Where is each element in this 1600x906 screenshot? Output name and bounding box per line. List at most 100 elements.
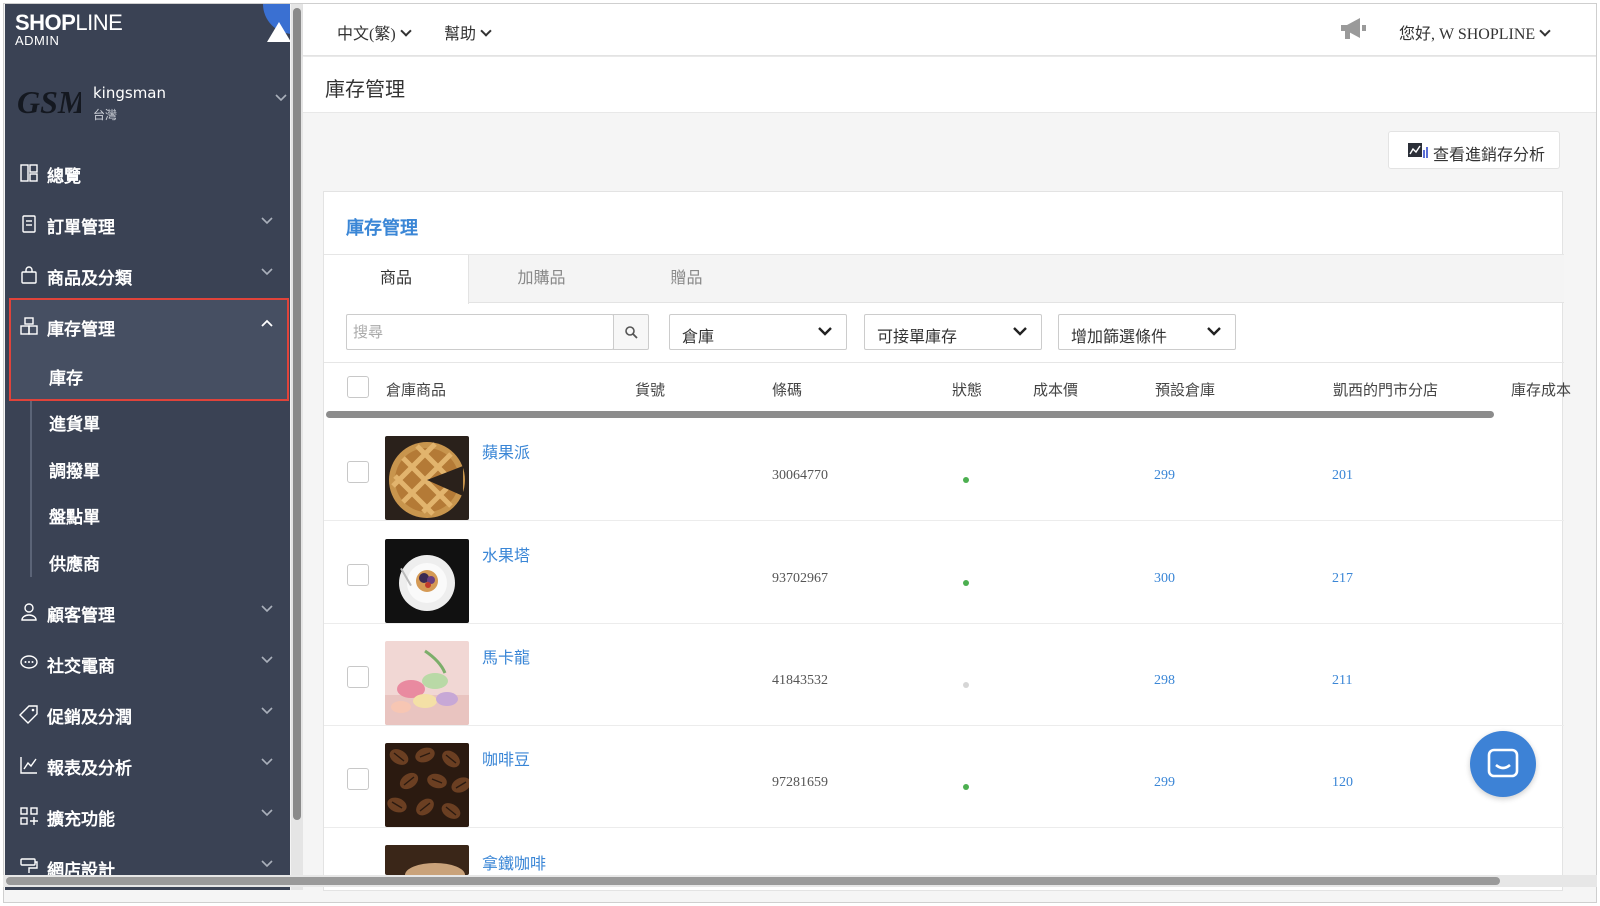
help-label: 幫助 — [444, 26, 477, 43]
submenu-guide-line — [30, 401, 32, 577]
sidebar: SHOPLINE ADMIN GSM kingsman 台灣 總覽 訂單管理 商… — [5, 4, 290, 890]
warehouse-select[interactable]: 倉庫 — [669, 314, 847, 350]
chevron-down-icon — [261, 707, 273, 715]
column-header-cost[interactable]: 成本價 — [1033, 379, 1078, 400]
sidebar-item-reports[interactable]: 報表及分析 — [5, 743, 290, 787]
caret-down-icon — [400, 25, 412, 37]
store-branch-qty-link[interactable]: 120 — [1332, 775, 1353, 791]
search-input[interactable] — [347, 315, 613, 349]
sidebar-subitem-transfers[interactable]: 調撥單 — [49, 457, 100, 482]
chart-icon — [20, 757, 37, 774]
chevron-down-icon — [1207, 327, 1221, 336]
megaphone-icon[interactable] — [1338, 16, 1368, 42]
default-warehouse-qty-link[interactable]: 299 — [1154, 775, 1175, 791]
column-header-barcode[interactable]: 條碼 — [772, 379, 802, 400]
product-thumbnail-latte[interactable] — [385, 845, 469, 875]
sidebar-subitem-stock[interactable]: 庫存 — [49, 364, 83, 389]
column-header-status[interactable]: 狀態 — [952, 379, 982, 400]
product-thumbnail-coffee-beans[interactable] — [385, 743, 469, 827]
select-all-checkbox[interactable] — [347, 376, 369, 398]
sidebar-item-extensions[interactable]: 擴充功能 — [5, 794, 290, 838]
brand-logo[interactable]: SHOPLINE ADMIN — [15, 10, 123, 48]
column-header-sku[interactable]: 貨號 — [635, 379, 665, 400]
sidebar-item-social-commerce[interactable]: 社交電商 — [5, 641, 290, 685]
available-stock-select[interactable]: 可接單庫存 — [864, 314, 1042, 350]
sidebar-item-products[interactable]: 商品及分類 — [5, 253, 290, 297]
user-greeting: 您好, W SHOPLINE — [1399, 26, 1536, 43]
column-header-product[interactable]: 倉庫商品 — [386, 379, 446, 400]
product-thumbnail-macaron[interactable] — [385, 641, 469, 725]
search-button[interactable] — [613, 314, 649, 350]
warehouse-select-label: 倉庫 — [682, 329, 715, 346]
sidebar-item-customers[interactable]: 顧客管理 — [5, 590, 290, 634]
chevron-down-icon — [818, 327, 832, 336]
sidebar-item-label: 訂單管理 — [47, 218, 115, 238]
help-dropdown[interactable]: 幫助 — [444, 20, 492, 44]
tab-products[interactable]: 商品 — [324, 255, 469, 304]
view-inventory-analysis-button[interactable]: 查看進銷存分析 — [1388, 131, 1560, 169]
sidebar-item-overview[interactable]: 總覽 — [5, 151, 290, 195]
default-warehouse-qty-link[interactable]: 299 — [1154, 468, 1175, 484]
store-branch-qty-link[interactable]: 201 — [1332, 468, 1353, 484]
store-branch-qty-link[interactable]: 211 — [1332, 673, 1352, 689]
page-horizontal-scrollbar-thumb[interactable] — [6, 877, 1500, 885]
chevron-down-icon — [261, 809, 273, 817]
product-thumbnail-fruit-tart[interactable] — [385, 539, 469, 623]
product-name-link[interactable]: 馬卡龍 — [482, 644, 530, 668]
default-warehouse-qty-link[interactable]: 300 — [1154, 571, 1175, 587]
column-header-stock-cost[interactable]: 庫存成本 — [1511, 379, 1571, 400]
order-icon — [22, 215, 36, 233]
tab-gifts[interactable]: 贈品 — [614, 255, 759, 303]
search-icon — [625, 326, 638, 339]
product-thumbnail-apple-pie[interactable] — [385, 436, 469, 520]
table-row: 拿鐵咖啡 — [324, 828, 1564, 902]
table-row: 蘋果派 30064770 299 201 — [324, 419, 1564, 521]
store-region: 台灣 — [93, 108, 118, 122]
store-branch-qty-link[interactable]: 217 — [1332, 571, 1353, 587]
row-checkbox[interactable] — [347, 768, 369, 790]
product-name-link[interactable]: 水果塔 — [482, 542, 530, 566]
default-warehouse-qty-link[interactable]: 298 — [1154, 673, 1175, 689]
page-header: 庫存管理 — [303, 57, 1596, 113]
barcode-value: 41843532 — [772, 673, 828, 688]
column-header-default-warehouse[interactable]: 預設倉庫 — [1155, 379, 1215, 400]
language-dropdown[interactable]: 中文(繁) — [337, 20, 412, 44]
store-name: kingsman — [93, 84, 167, 102]
analysis-button-label: 查看進銷存分析 — [1433, 147, 1546, 164]
sidebar-item-orders[interactable]: 訂單管理 — [5, 202, 290, 246]
add-filter-select[interactable]: 增加篩選條件 — [1058, 314, 1236, 350]
chat-icon — [1487, 748, 1519, 778]
analytics-chart-icon — [1408, 143, 1428, 158]
user-menu-dropdown[interactable]: 您好, W SHOPLINE — [1399, 20, 1551, 44]
inventory-icon — [20, 317, 38, 335]
product-name-link[interactable]: 蘋果派 — [482, 439, 530, 463]
barcode-value: 97281659 — [772, 775, 828, 790]
table-horizontal-scrollbar[interactable] — [326, 411, 1494, 418]
status-active-dot — [963, 477, 969, 483]
caret-down-icon — [1539, 25, 1551, 37]
app-window: SHOPLINE ADMIN GSM kingsman 台灣 總覽 訂單管理 商… — [3, 3, 1597, 903]
product-name-link[interactable]: 拿鐵咖啡 — [482, 850, 546, 874]
sidebar-subitem-suppliers[interactable]: 供應商 — [49, 550, 100, 575]
sidebar-scrollbar-thumb[interactable] — [293, 8, 301, 820]
shopping-bag-icon — [21, 266, 37, 284]
row-checkbox[interactable] — [347, 564, 369, 586]
add-filter-select-label: 增加篩選條件 — [1071, 329, 1168, 346]
product-name-link[interactable]: 咖啡豆 — [482, 746, 530, 770]
status-active-dot — [963, 784, 969, 790]
page-title: 庫存管理 — [325, 79, 405, 101]
live-chat-button[interactable] — [1470, 731, 1536, 797]
sidebar-subitem-purchase-orders[interactable]: 進貨單 — [49, 410, 100, 435]
row-checkbox[interactable] — [347, 666, 369, 688]
sidebar-item-promotions[interactable]: 促銷及分潤 — [5, 692, 290, 736]
sidebar-subitem-stocktake[interactable]: 盤點單 — [49, 503, 100, 528]
column-header-store-branch[interactable]: 凱西的門市分店 — [1333, 379, 1438, 400]
tab-addon-products[interactable]: 加購品 — [469, 255, 614, 303]
barcode-value: 93702967 — [772, 571, 828, 586]
sidebar-item-inventory[interactable]: 庫存管理 — [5, 304, 290, 348]
tag-icon — [19, 705, 38, 724]
store-switcher[interactable]: GSM kingsman 台灣 — [5, 74, 290, 134]
search-box — [346, 314, 614, 350]
logo-bold-text: SHOP — [15, 10, 76, 35]
row-checkbox[interactable] — [347, 461, 369, 483]
